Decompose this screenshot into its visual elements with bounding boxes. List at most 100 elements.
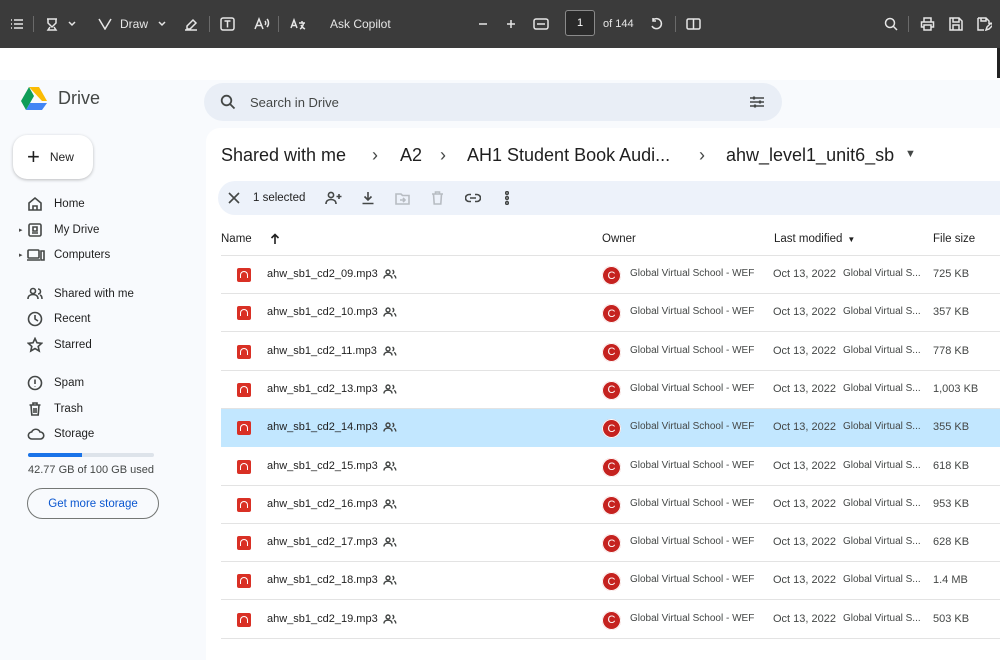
file-row[interactable]: ahw_sb1_cd2_13.mp3 C Global Virtual School…: [221, 371, 1000, 409]
clear-selection-icon[interactable]: [228, 181, 240, 215]
drive-logo[interactable]: Drive: [20, 86, 100, 111]
expand-caret-icon[interactable]: ▸: [19, 226, 23, 234]
file-row[interactable]: ahw_sb1_cd2_16.mp3 C Global Virtual School…: [221, 486, 1000, 524]
nav-item-label: Recent: [54, 313, 91, 325]
nav-item-starred[interactable]: Starred: [0, 334, 200, 356]
last-modified-date: Oct 13, 2022: [773, 574, 836, 587]
save-as-icon[interactable]: [977, 0, 992, 48]
eraser-icon[interactable]: [184, 0, 198, 48]
toolbar-divider: [278, 16, 279, 32]
audio-file-icon: [237, 536, 251, 551]
nav-item-computers[interactable]: ▸ Computers: [0, 244, 200, 266]
read-aloud-icon[interactable]: [254, 0, 270, 48]
my-drive-icon: [27, 222, 43, 238]
last-modified-by: Global Virtual S...: [843, 268, 921, 279]
column-header-name[interactable]: Name: [221, 229, 252, 249]
print-icon[interactable]: [920, 0, 935, 48]
file-name: ahw_sb1_cd2_11.mp3: [267, 344, 377, 357]
draw-chevron-icon[interactable]: [158, 0, 166, 48]
owner-name: Global Virtual School - WEF: [630, 382, 755, 394]
search-icon[interactable]: [220, 94, 236, 115]
file-row[interactable]: ahw_sb1_cd2_18.mp3 C Global Virtual School…: [221, 562, 1000, 601]
nav-item-spam[interactable]: Spam: [0, 372, 200, 394]
owner-name: Global Virtual School - WEF: [630, 344, 755, 356]
page-number-input[interactable]: 1: [565, 10, 595, 36]
rotate-icon[interactable]: [650, 0, 664, 48]
last-modified-date: Oct 13, 2022: [773, 536, 836, 549]
translate-icon[interactable]: [290, 0, 306, 48]
file-row[interactable]: ahw_sb1_cd2_09.mp3 C Global Virtual School…: [221, 256, 1000, 294]
copy-link-icon[interactable]: [465, 181, 481, 215]
breadcrumb-item[interactable]: A2: [400, 145, 422, 166]
file-row[interactable]: ahw_sb1_cd2_10.mp3 C Global Virtual School…: [221, 294, 1000, 333]
clock-icon: [27, 311, 43, 327]
breadcrumb-item[interactable]: AH1 Student Book Audi...: [467, 145, 670, 166]
owner-avatar: C: [602, 572, 621, 592]
cloud-icon: [27, 426, 45, 442]
column-header-label: Owner: [602, 233, 636, 245]
nav-item-home[interactable]: Home: [0, 193, 200, 215]
owner-avatar: C: [602, 495, 621, 515]
search-bar[interactable]: Search in Drive: [204, 83, 782, 121]
fit-page-icon[interactable]: [533, 0, 549, 48]
file-name: ahw_sb1_cd2_17.mp3: [267, 536, 378, 549]
column-header-file-size[interactable]: File size: [933, 229, 975, 249]
new-button[interactable]: + New: [13, 135, 93, 179]
audio-file-icon: [237, 421, 251, 436]
storage-usage-text: 42.77 GB of 100 GB used: [28, 464, 154, 476]
breadcrumb-current-folder[interactable]: ahw_level1_unit6_sb: [726, 145, 894, 166]
delete-icon[interactable]: [431, 181, 444, 215]
download-icon[interactable]: [361, 181, 375, 215]
ask-copilot-button[interactable]: Ask Copilot: [330, 0, 391, 48]
zoom-in-icon[interactable]: [505, 0, 517, 48]
share-icon[interactable]: [325, 181, 342, 215]
shared-icon: [27, 286, 43, 302]
breadcrumb-item[interactable]: Shared with me: [221, 145, 346, 166]
nav-item-trash[interactable]: Trash: [0, 398, 200, 420]
file-row[interactable]: ahw_sb1_cd2_19.mp3 C Global Virtual School…: [221, 601, 1000, 639]
file-size: 778 KB: [933, 344, 970, 357]
audio-file-icon: [237, 344, 251, 359]
find-icon[interactable]: [884, 0, 898, 48]
move-icon[interactable]: [395, 181, 410, 215]
draw-button[interactable]: Draw: [98, 0, 148, 48]
highlight-icon[interactable]: [45, 0, 59, 48]
file-row[interactable]: ahw_sb1_cd2_14.mp3 C Global Virtual School…: [221, 409, 1000, 448]
shared-icon: [383, 575, 397, 588]
file-size: 503 KB: [933, 612, 970, 625]
file-size: 725 KB: [933, 268, 970, 280]
owner-avatar: C: [602, 304, 621, 324]
folder-menu-dropdown-icon[interactable]: ▼: [905, 148, 916, 160]
contents-icon[interactable]: [10, 0, 24, 48]
highlight-chevron-icon[interactable]: [68, 0, 76, 48]
page-view-icon[interactable]: [686, 0, 701, 48]
file-row[interactable]: ahw_sb1_cd2_15.mp3 C Global Virtual School…: [221, 448, 1000, 486]
text-box-icon[interactable]: [220, 0, 235, 48]
zoom-out-icon[interactable]: [477, 0, 489, 48]
owner-name: Global Virtual School - WEF: [630, 574, 755, 586]
file-row[interactable]: ahw_sb1_cd2_17.mp3 C Global Virtual School…: [221, 524, 1000, 563]
nav-item-shared-with-me[interactable]: Shared with me: [0, 283, 200, 305]
file-size: 1.4 MB: [933, 574, 968, 587]
column-header-owner[interactable]: Owner: [602, 229, 636, 249]
new-button-label: New: [49, 150, 74, 164]
nav-item-my-drive[interactable]: ▸ My Drive: [0, 219, 200, 241]
column-header-last-modified[interactable]: Last modified ▼: [774, 229, 855, 249]
file-size: 1,003 KB: [933, 382, 979, 395]
expand-caret-icon[interactable]: ▸: [19, 251, 23, 259]
sort-ascending-icon[interactable]: [270, 229, 280, 249]
more-actions-icon[interactable]: [505, 181, 509, 215]
file-row[interactable]: ahw_sb1_cd2_11.mp3 C Global Virtual School…: [221, 333, 1000, 371]
shared-icon: [383, 537, 397, 550]
nav-item-recent[interactable]: Recent: [0, 308, 200, 330]
row-divider: [221, 637, 1000, 639]
shared-icon: [383, 345, 397, 359]
nav-item-storage[interactable]: Storage: [0, 423, 200, 445]
owner-avatar: C: [602, 266, 621, 285]
search-filters-icon[interactable]: [749, 94, 765, 115]
save-icon[interactable]: [949, 0, 963, 48]
last-modified-date: Oct 13, 2022: [773, 459, 836, 472]
search-input[interactable]: Search in Drive: [250, 95, 339, 110]
sort-dropdown-icon[interactable]: ▼: [847, 235, 855, 244]
get-more-storage-button[interactable]: Get more storage: [27, 488, 159, 519]
